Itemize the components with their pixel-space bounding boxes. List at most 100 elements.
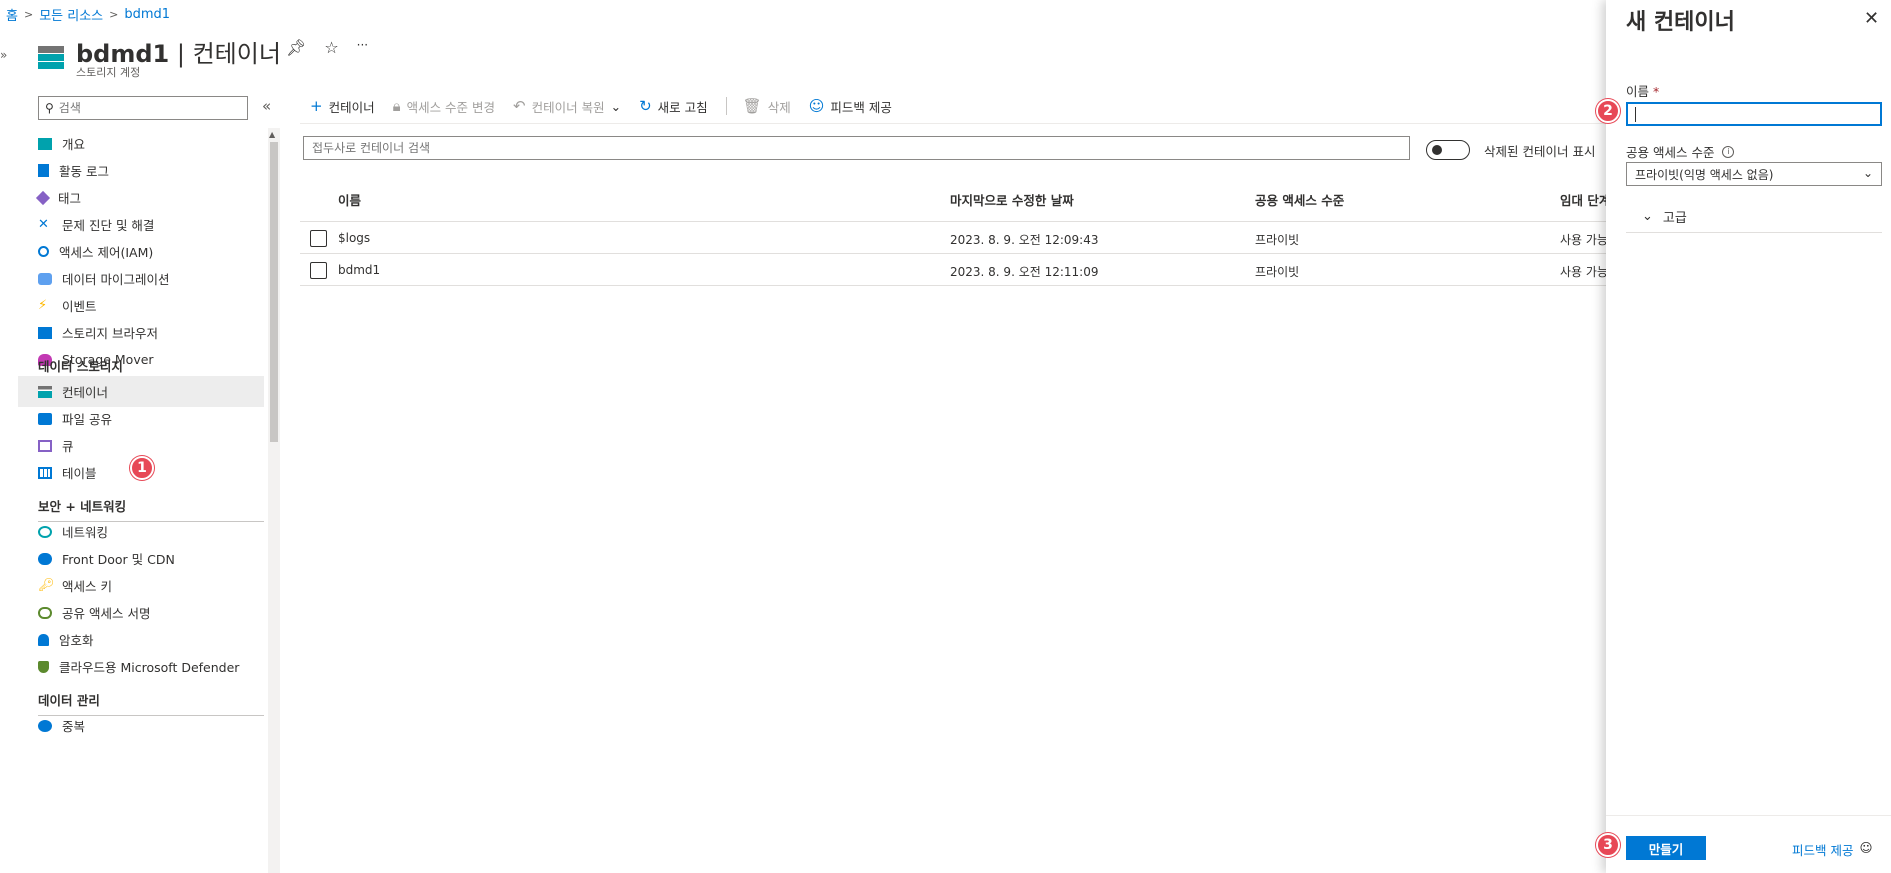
star-icon[interactable]: ☆ — [324, 38, 338, 57]
storage-account-icon — [38, 46, 64, 69]
chevron-down-icon: ⌄ — [1642, 208, 1653, 224]
refresh-icon: ↻ — [639, 97, 652, 115]
people-icon — [38, 246, 49, 257]
chevron-right-icon: > — [23, 7, 34, 21]
sidebar-search-input[interactable] — [58, 101, 229, 115]
sidebar-item-redundancy[interactable]: 중복 — [18, 710, 264, 741]
container-icon — [38, 385, 52, 398]
text-caret — [1635, 107, 1636, 122]
sidebar-item-label: 암호화 — [59, 633, 94, 648]
add-container-button[interactable]: + 컨테이너 — [310, 97, 375, 116]
feedback-button[interactable]: ☺ 피드백 제공 — [809, 97, 892, 116]
column-header-access[interactable]: 공용 액세스 수준 — [1255, 190, 1344, 209]
migration-icon — [38, 272, 52, 285]
chevron-down-icon: ⌄ — [1862, 166, 1873, 180]
sidebar-item-label: 액세스 키 — [62, 579, 112, 594]
breadcrumb-all-resources[interactable]: 모든 리소스 — [39, 5, 103, 24]
access-level-select[interactable]: 프라이빗(익명 액세스 없음) ⌄ — [1626, 162, 1882, 186]
sidebar-item-label: 중복 — [62, 719, 86, 734]
step-badge-3: 3 — [1596, 833, 1620, 857]
table-row[interactable]: $logs 2023. 8. 9. 오전 12:09:43 프라이빗 사용 가능 — [300, 222, 1608, 254]
lightning-icon: ⚡︎ — [38, 298, 48, 313]
toolbar-divider — [725, 97, 727, 115]
scrollbar-thumb[interactable] — [270, 142, 278, 442]
sidebar-item-label: 테이블 — [62, 466, 97, 481]
show-deleted-toggle[interactable] — [1426, 140, 1470, 160]
close-icon[interactable]: ✕ — [1864, 8, 1879, 29]
required-marker: * — [1653, 84, 1660, 99]
networking-icon — [38, 525, 52, 538]
feedback-icon: ☺ — [808, 97, 825, 115]
plus-icon: + — [310, 97, 323, 115]
delete-button[interactable]: 🗑︎ 삭제 — [743, 97, 791, 116]
toolbar-divider-line — [300, 123, 1606, 124]
panel-footer-divider — [1606, 815, 1891, 816]
sidebar-item-label: 공유 액세스 서명 — [62, 606, 151, 621]
sidebar-item-defender[interactable]: 클라우드용 Microsoft Defender — [18, 651, 264, 682]
change-access-level-button[interactable]: 🔒︎ 액세스 수준 변경 — [393, 97, 495, 116]
column-header-lease[interactable]: 임대 단계 — [1560, 190, 1610, 209]
container-name[interactable]: bdmd1 — [338, 263, 380, 277]
trash-icon: 🗑︎ — [742, 97, 762, 115]
overview-icon — [38, 137, 52, 150]
create-button[interactable]: 만들기 — [1626, 836, 1706, 860]
advanced-section-toggle[interactable]: ⌄ 고급 — [1626, 200, 1882, 233]
sidebar-item-label: 파일 공유 — [62, 412, 112, 427]
collapse-sidebar-icon[interactable]: « — [262, 97, 271, 115]
lease-state: 사용 가능 — [1560, 265, 1608, 279]
sidebar-scrollbar[interactable]: ▲ — [268, 128, 280, 873]
container-name-input[interactable] — [1626, 102, 1882, 126]
expand-menu-icon[interactable]: » — [0, 48, 7, 62]
step-badge-1: 1 — [130, 456, 154, 480]
chevron-down-icon: ⌄ — [610, 98, 622, 114]
access-level: 프라이빗 — [1255, 233, 1300, 247]
panel-title: 새 컨테이너 — [1626, 10, 1735, 35]
table-header-line — [300, 221, 1606, 222]
sidebar-item-label: 큐 — [62, 439, 74, 454]
link-icon — [38, 606, 52, 619]
column-header-name[interactable]: 이름 — [338, 190, 361, 209]
title-separator: | — [169, 40, 193, 68]
sidebar-item-label: Front Door 및 CDN — [62, 552, 175, 567]
feedback-icon: ☺ — [1859, 840, 1873, 855]
cloud-icon — [38, 552, 52, 565]
access-level-label: 공용 액세스 수준 i — [1626, 142, 1735, 161]
sidebar-item-label: 클라우드용 Microsoft Defender — [59, 660, 240, 675]
title-actions: 📌︎ ☆ ··· — [286, 38, 368, 57]
container-prefix-search[interactable] — [303, 136, 1410, 160]
redundancy-icon — [38, 719, 52, 732]
scroll-up-icon[interactable]: ▲ — [269, 130, 275, 139]
breadcrumb-current[interactable]: bdmd1 — [124, 7, 170, 22]
resource-type-subtitle: 스토리지 계정 — [76, 66, 141, 79]
search-icon: ⚲ — [45, 101, 54, 115]
pin-icon[interactable]: 📌︎ — [286, 38, 306, 57]
table-row[interactable]: bdmd1 2023. 8. 9. 오전 12:11:09 프라이빗 사용 가능 — [300, 254, 1608, 286]
sidebar: 개요 활동 로그 태그 ✕ 문제 진단 및 해결 액세스 제어(IAM) 데이터 … — [18, 128, 264, 873]
lock-icon: 🔒︎ — [392, 97, 401, 115]
breadcrumb-home[interactable]: 홈 — [6, 5, 18, 24]
more-icon[interactable]: ··· — [357, 38, 368, 57]
row-checkbox[interactable] — [310, 262, 327, 279]
info-icon[interactable]: i — [1722, 145, 1735, 158]
sidebar-item-label: 개요 — [62, 137, 86, 152]
refresh-button[interactable]: ↻ 새로 고침 — [639, 97, 708, 116]
column-header-modified[interactable]: 마지막으로 수정한 날짜 — [950, 190, 1074, 209]
sidebar-item-label: 태그 — [58, 191, 82, 206]
sidebar-search[interactable]: ⚲ — [38, 96, 248, 120]
name-label: 이름 * — [1626, 84, 1660, 99]
panel-feedback-link[interactable]: 피드백 제공 ☺ — [1792, 840, 1873, 859]
lock-icon — [38, 633, 49, 646]
container-name[interactable]: $logs — [338, 231, 370, 245]
toolbar: + 컨테이너 🔒︎ 액세스 수준 변경 ↶ 컨테이너 복원 ⌄ ↻ 새로 고침 🗑︎ 삭제 … — [310, 96, 910, 116]
undo-icon: ↶ — [513, 97, 526, 115]
modified-date: 2023. 8. 9. 오전 12:11:09 — [950, 265, 1099, 279]
lease-state: 사용 가능 — [1560, 233, 1608, 247]
row-checkbox[interactable] — [310, 230, 327, 247]
chevron-right-icon: > — [109, 7, 119, 21]
sidebar-item-label: 활동 로그 — [59, 164, 109, 179]
modified-date: 2023. 8. 9. 오전 12:09:43 — [950, 233, 1099, 247]
page-name: 컨테이너 — [192, 40, 281, 68]
sidebar-item-label: 데이터 마이그레이션 — [62, 272, 170, 287]
restore-containers-button[interactable]: ↶ 컨테이너 복원 ⌄ — [513, 97, 621, 116]
wrench-icon: ✕ — [38, 217, 49, 232]
